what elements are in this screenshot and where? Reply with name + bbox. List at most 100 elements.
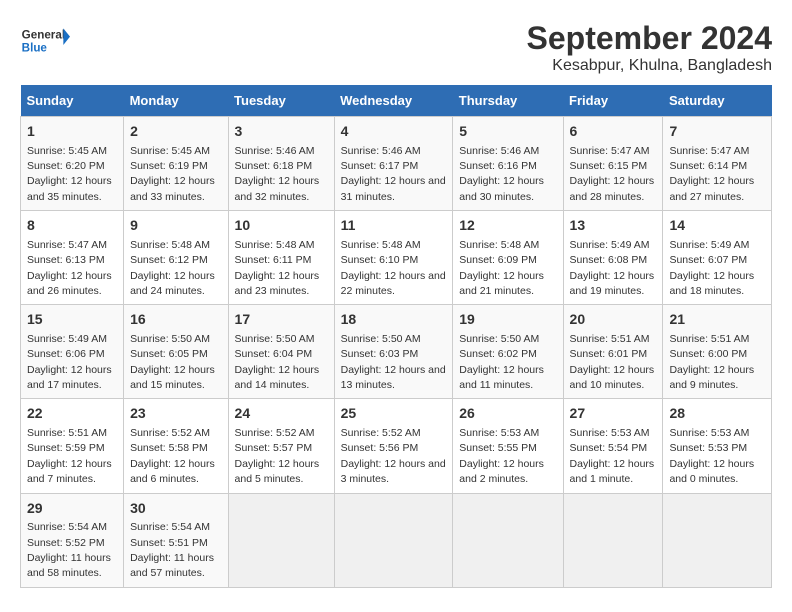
table-row: 7 Sunrise: 5:47 AMSunset: 6:14 PMDaylight…	[663, 117, 772, 211]
calendar-week-row: 8Sunrise: 5:47 AMSunset: 6:13 PMDaylight…	[21, 211, 772, 305]
col-monday: Monday	[124, 85, 228, 117]
day-number: 5	[459, 122, 556, 142]
day-info: Sunrise: 5:50 AMSunset: 6:04 PMDaylight:…	[235, 333, 320, 391]
day-number: 17	[235, 310, 328, 330]
calendar-week-row: 15 Sunrise: 5:49 AMSunset: 6:06 PMDayligh…	[21, 305, 772, 399]
table-row: 21 Sunrise: 5:51 AMSunset: 6:00 PMDayligh…	[663, 305, 772, 399]
table-row: 11Sunrise: 5:48 AMSunset: 6:10 PMDayligh…	[334, 211, 453, 305]
day-number: 24	[235, 404, 328, 424]
table-row: 18 Sunrise: 5:50 AMSunset: 6:03 PMDayligh…	[334, 305, 453, 399]
day-info: Sunrise: 5:52 AMSunset: 5:56 PMDaylight:…	[341, 427, 446, 485]
day-info: Sunrise: 5:53 AMSunset: 5:53 PMDaylight:…	[669, 427, 754, 485]
col-sunday: Sunday	[21, 85, 124, 117]
table-row: 25 Sunrise: 5:52 AMSunset: 5:56 PMDayligh…	[334, 399, 453, 493]
page-header: General Blue September 2024 Kesabpur, Kh…	[20, 20, 772, 75]
day-info: Sunrise: 5:50 AMSunset: 6:03 PMDaylight:…	[341, 333, 446, 391]
table-row	[334, 493, 453, 587]
table-row	[663, 493, 772, 587]
table-row: 24 Sunrise: 5:52 AMSunset: 5:57 PMDayligh…	[228, 399, 334, 493]
day-info: Sunrise: 5:51 AMSunset: 6:01 PMDaylight:…	[570, 333, 655, 391]
day-number: 10	[235, 216, 328, 236]
table-row: 30Sunrise: 5:54 AMSunset: 5:51 PMDayligh…	[124, 493, 228, 587]
day-info: Sunrise: 5:48 AMSunset: 6:09 PMDaylight:…	[459, 239, 544, 297]
table-row: 16Sunrise: 5:50 AMSunset: 6:05 PMDayligh…	[124, 305, 228, 399]
day-number: 7	[669, 122, 765, 142]
col-tuesday: Tuesday	[228, 85, 334, 117]
day-info: Sunrise: 5:54 AMSunset: 5:51 PMDaylight:…	[130, 521, 214, 579]
day-number: 6	[570, 122, 657, 142]
col-wednesday: Wednesday	[334, 85, 453, 117]
table-row: 8Sunrise: 5:47 AMSunset: 6:13 PMDaylight…	[21, 211, 124, 305]
day-info: Sunrise: 5:52 AMSunset: 5:58 PMDaylight:…	[130, 427, 215, 485]
day-number: 4	[341, 122, 447, 142]
table-row: 12 Sunrise: 5:48 AMSunset: 6:09 PMDayligh…	[453, 211, 563, 305]
page-title: September 2024	[527, 20, 772, 57]
day-info: Sunrise: 5:51 AMSunset: 6:00 PMDaylight:…	[669, 333, 754, 391]
day-info: Sunrise: 5:46 AMSunset: 6:16 PMDaylight:…	[459, 145, 544, 203]
day-number: 18	[341, 310, 447, 330]
table-row: 6 Sunrise: 5:47 AMSunset: 6:15 PMDaylight…	[563, 117, 663, 211]
logo-icon: General Blue	[20, 20, 70, 60]
day-number: 14	[669, 216, 765, 236]
day-number: 1	[27, 122, 117, 142]
day-number: 20	[570, 310, 657, 330]
day-info: Sunrise: 5:45 AMSunset: 6:19 PMDaylight:…	[130, 145, 215, 203]
calendar-week-row: 1 Sunrise: 5:45 AMSunset: 6:20 PMDaylight…	[21, 117, 772, 211]
day-number: 2	[130, 122, 221, 142]
table-row	[453, 493, 563, 587]
col-thursday: Thursday	[453, 85, 563, 117]
calendar-week-row: 29Sunrise: 5:54 AMSunset: 5:52 PMDayligh…	[21, 493, 772, 587]
day-info: Sunrise: 5:46 AMSunset: 6:18 PMDaylight:…	[235, 145, 320, 203]
calendar-week-row: 22 Sunrise: 5:51 AMSunset: 5:59 PMDayligh…	[21, 399, 772, 493]
day-number: 11	[341, 216, 447, 236]
day-number: 9	[130, 216, 221, 236]
day-number: 29	[27, 499, 117, 519]
day-number: 27	[570, 404, 657, 424]
table-row: 15 Sunrise: 5:49 AMSunset: 6:06 PMDayligh…	[21, 305, 124, 399]
day-info: Sunrise: 5:45 AMSunset: 6:20 PMDaylight:…	[27, 145, 112, 203]
table-row: 3 Sunrise: 5:46 AMSunset: 6:18 PMDaylight…	[228, 117, 334, 211]
svg-text:General: General	[22, 28, 65, 41]
day-info: Sunrise: 5:52 AMSunset: 5:57 PMDaylight:…	[235, 427, 320, 485]
table-row: 4 Sunrise: 5:46 AMSunset: 6:17 PMDaylight…	[334, 117, 453, 211]
day-info: Sunrise: 5:47 AMSunset: 6:14 PMDaylight:…	[669, 145, 754, 203]
calendar-table: Sunday Monday Tuesday Wednesday Thursday…	[20, 85, 772, 588]
day-info: Sunrise: 5:49 AMSunset: 6:08 PMDaylight:…	[570, 239, 655, 297]
day-info: Sunrise: 5:49 AMSunset: 6:07 PMDaylight:…	[669, 239, 754, 297]
day-number: 25	[341, 404, 447, 424]
day-number: 22	[27, 404, 117, 424]
table-row: 10 Sunrise: 5:48 AMSunset: 6:11 PMDayligh…	[228, 211, 334, 305]
logo: General Blue	[20, 20, 76, 60]
day-number: 15	[27, 310, 117, 330]
page-subtitle: Kesabpur, Khulna, Bangladesh	[527, 57, 772, 75]
table-row: 27Sunrise: 5:53 AMSunset: 5:54 PMDayligh…	[563, 399, 663, 493]
day-info: Sunrise: 5:51 AMSunset: 5:59 PMDaylight:…	[27, 427, 112, 485]
table-row: 1 Sunrise: 5:45 AMSunset: 6:20 PMDaylight…	[21, 117, 124, 211]
day-number: 3	[235, 122, 328, 142]
table-row: 14 Sunrise: 5:49 AMSunset: 6:07 PMDayligh…	[663, 211, 772, 305]
table-row	[228, 493, 334, 587]
day-info: Sunrise: 5:49 AMSunset: 6:06 PMDaylight:…	[27, 333, 112, 391]
table-row: 17 Sunrise: 5:50 AMSunset: 6:04 PMDayligh…	[228, 305, 334, 399]
title-block: September 2024 Kesabpur, Khulna, Banglad…	[527, 20, 772, 75]
day-info: Sunrise: 5:48 AMSunset: 6:11 PMDaylight:…	[235, 239, 320, 297]
day-info: Sunrise: 5:47 AMSunset: 6:15 PMDaylight:…	[570, 145, 655, 203]
day-number: 8	[27, 216, 117, 236]
day-info: Sunrise: 5:50 AMSunset: 6:05 PMDaylight:…	[130, 333, 215, 391]
table-row: 5 Sunrise: 5:46 AMSunset: 6:16 PMDaylight…	[453, 117, 563, 211]
table-row: 2 Sunrise: 5:45 AMSunset: 6:19 PMDaylight…	[124, 117, 228, 211]
table-row: 13Sunrise: 5:49 AMSunset: 6:08 PMDayligh…	[563, 211, 663, 305]
col-saturday: Saturday	[663, 85, 772, 117]
day-number: 21	[669, 310, 765, 330]
day-number: 19	[459, 310, 556, 330]
table-row: 20 Sunrise: 5:51 AMSunset: 6:01 PMDayligh…	[563, 305, 663, 399]
day-info: Sunrise: 5:54 AMSunset: 5:52 PMDaylight:…	[27, 521, 111, 579]
col-friday: Friday	[563, 85, 663, 117]
table-row: 23 Sunrise: 5:52 AMSunset: 5:58 PMDayligh…	[124, 399, 228, 493]
calendar-header-row: Sunday Monday Tuesday Wednesday Thursday…	[21, 85, 772, 117]
table-row: 19Sunrise: 5:50 AMSunset: 6:02 PMDayligh…	[453, 305, 563, 399]
day-number: 12	[459, 216, 556, 236]
day-info: Sunrise: 5:46 AMSunset: 6:17 PMDaylight:…	[341, 145, 446, 203]
day-number: 28	[669, 404, 765, 424]
day-number: 23	[130, 404, 221, 424]
